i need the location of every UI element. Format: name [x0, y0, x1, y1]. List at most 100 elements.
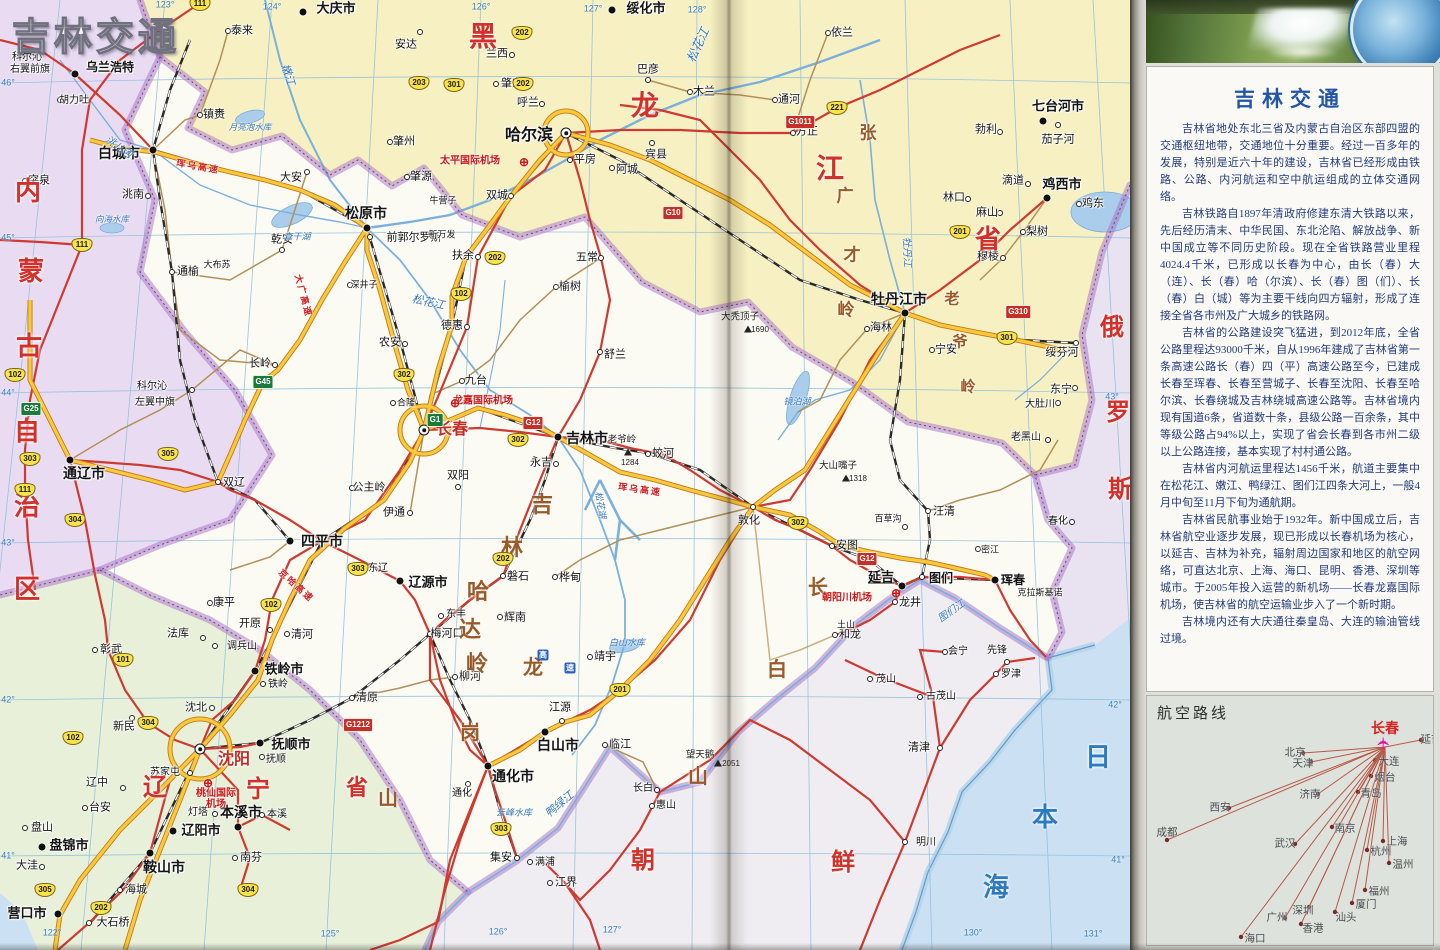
- city-marker: [1004, 659, 1010, 665]
- city-label: 呼兰: [517, 98, 539, 109]
- city-label: 南芬: [240, 853, 262, 864]
- city-marker: [82, 805, 88, 811]
- city-marker: [514, 855, 520, 861]
- city-marker: [455, 484, 461, 490]
- atlas-spread: 大庆市绥化市安达兰西肇东呼兰哈尔滨宾县阿城平房双城五常榆树扶余肇源肇州泰来镇赉木…: [0, 0, 1440, 950]
- air-route-city-label: 延吉: [1421, 732, 1435, 747]
- city-label: 左翼中旗: [135, 398, 175, 408]
- city-marker: [475, 254, 481, 260]
- air-route-city-label: 济南: [1300, 787, 1321, 802]
- city-label: 珲春: [1001, 574, 1025, 586]
- water-label: 月亮泡水库: [229, 123, 272, 132]
- city-label: 安图: [836, 541, 858, 552]
- city-marker: [553, 461, 559, 467]
- water-label: 牡丹江: [900, 237, 911, 267]
- city-marker: [598, 255, 604, 261]
- city-label: 吉林市: [566, 431, 608, 445]
- city-marker: [567, 157, 573, 163]
- city-label: 老黑山: [1011, 433, 1041, 443]
- city-label: 先锋: [987, 646, 1007, 656]
- city-marker: [1000, 255, 1006, 261]
- air-route-city-label: 成都: [1157, 825, 1178, 840]
- city-marker: [349, 695, 355, 701]
- road-shield: 304: [238, 883, 259, 897]
- road-shield: 202: [91, 901, 112, 915]
- city-label: 白山市: [537, 738, 579, 752]
- road-shield: 303: [491, 822, 512, 836]
- city-marker: [997, 129, 1003, 135]
- peak-triangle-icon: [714, 760, 722, 767]
- graticule-label: 41°: [1111, 856, 1125, 865]
- city-label: 汪清: [933, 507, 955, 518]
- region-label-char: 张: [860, 125, 877, 142]
- city-label: 农安: [379, 338, 401, 349]
- city-label: 清津: [908, 743, 930, 754]
- city-marker: [902, 524, 908, 530]
- road-shield: G1212: [343, 718, 373, 732]
- road-shield: G10: [662, 206, 683, 220]
- peak-name: 望天鹅: [686, 750, 715, 760]
- city-marker: [287, 538, 294, 545]
- graticule-label: 124°: [263, 3, 282, 12]
- city-label: 辽中: [86, 778, 108, 789]
- road-shield: G25: [20, 402, 41, 416]
- city-label: 靖宇: [594, 652, 616, 663]
- city-marker: [390, 400, 396, 406]
- region-label-char: 岗: [460, 723, 480, 743]
- city-label: 抚顺: [266, 755, 286, 765]
- graticule-label: 126°: [489, 928, 508, 937]
- region-label-char: 爷: [952, 336, 967, 351]
- city-label: 抚顺市: [271, 738, 310, 751]
- road-shield: 305: [158, 447, 179, 461]
- city-marker: [925, 508, 931, 514]
- city-label: 麻山: [976, 208, 998, 219]
- city-marker: [120, 785, 126, 791]
- region-label-char: 罗: [1106, 401, 1130, 425]
- city-label: 辽源市: [408, 576, 447, 589]
- article-paragraph: 吉林省民航事业始于1932年。新中国成立后，吉林省航空业逐步发展，现已形成以长春…: [1160, 512, 1420, 614]
- city-label: 新民: [113, 722, 135, 733]
- city-label: 五常: [576, 253, 598, 264]
- city-marker: [438, 613, 444, 619]
- air-route-city-label: 汕头: [1336, 910, 1357, 925]
- region-label-char: 日: [1085, 745, 1111, 771]
- city-label: 罗津: [1001, 670, 1021, 680]
- road-shield: G310: [1005, 305, 1031, 319]
- region-label-char: 古: [16, 334, 42, 360]
- graticule-label: 127°: [584, 5, 603, 14]
- article-title: 吉林交通: [1147, 83, 1433, 113]
- city-marker: [147, 850, 154, 857]
- city-marker: [465, 781, 471, 787]
- city-marker: [539, 101, 545, 107]
- city-label: 营口市: [7, 907, 46, 920]
- road-shield: 302: [788, 516, 809, 530]
- city-marker: [1045, 437, 1051, 443]
- city-label: 克拉斯基诺: [1017, 589, 1062, 598]
- region-label-char: 山: [688, 767, 708, 787]
- globe-emblem: [1350, 0, 1440, 63]
- city-label: 榆树: [559, 282, 581, 293]
- city-marker: [587, 654, 593, 660]
- city-marker: [867, 676, 873, 682]
- city-label: 阿城: [616, 165, 638, 176]
- city-marker: [417, 29, 423, 35]
- graticule-label: 131°: [1084, 930, 1103, 939]
- city-marker: [259, 754, 265, 760]
- city-marker: [645, 451, 651, 457]
- city-label: 双辽: [223, 478, 245, 489]
- article-box: 吉林交通 吉林省地处东北三省及内蒙古自治区东部四盟的交通枢纽地带，交通地位十分重…: [1146, 66, 1434, 692]
- city-marker: [602, 742, 608, 748]
- city-label: 磐石: [507, 572, 529, 583]
- region-label-char: 俄: [1100, 316, 1124, 340]
- city-marker: [145, 193, 151, 199]
- road-shield: 101: [113, 653, 134, 667]
- city-label: 会宁: [948, 647, 968, 657]
- city-marker: [508, 193, 514, 199]
- city-label: 勃利: [975, 125, 997, 136]
- region-label-char: 朝: [631, 849, 655, 873]
- peak-elevation: 1690: [751, 326, 769, 334]
- city-label: 四平市: [301, 534, 343, 548]
- road-shield: 221: [827, 101, 848, 115]
- plane-icon: ✈: [1377, 736, 1393, 749]
- city-label: 长白: [633, 784, 653, 794]
